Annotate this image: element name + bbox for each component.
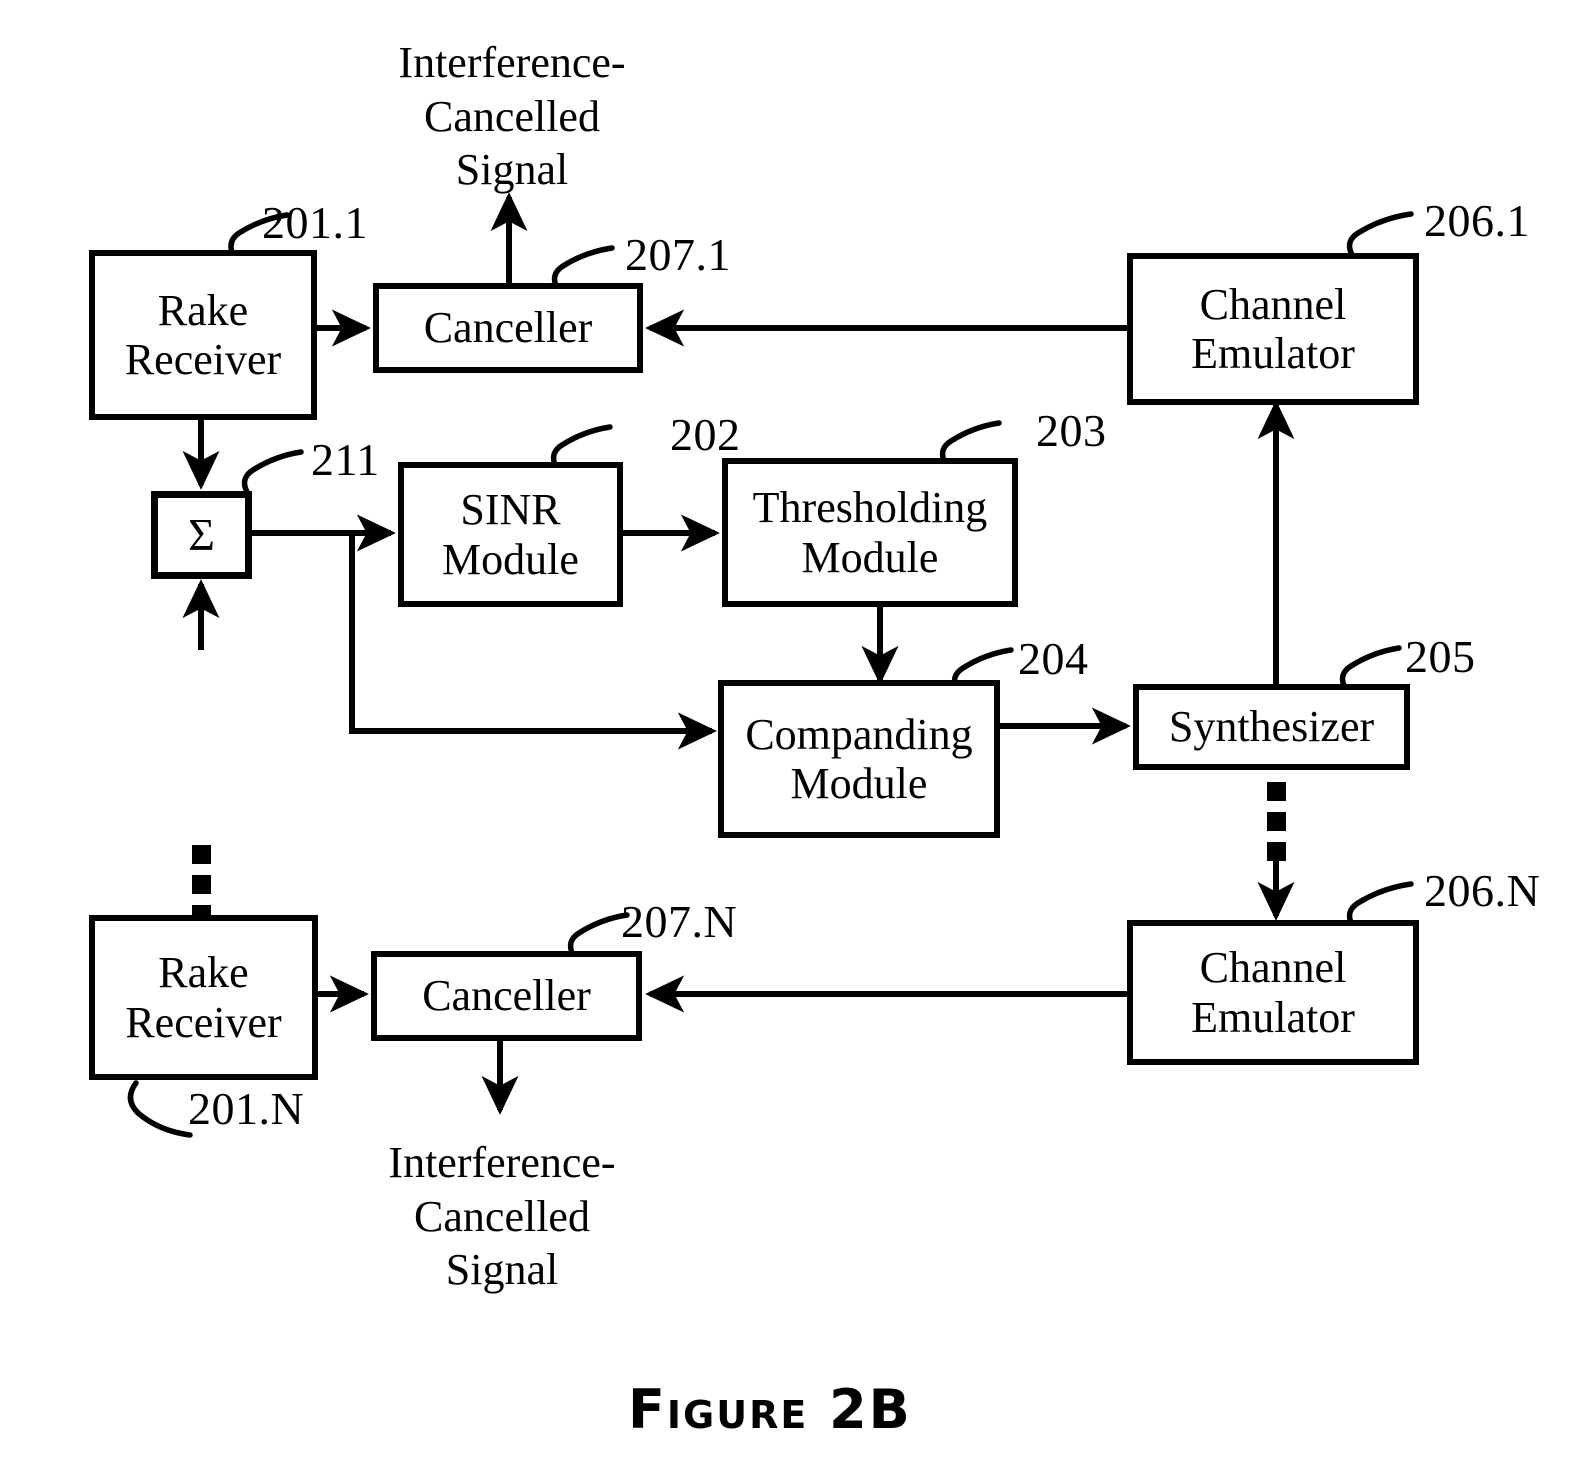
label-interference-cancelled-signal-top: Interference- Cancelled Signal bbox=[398, 38, 626, 195]
ellipsis-dot-synth bbox=[1267, 842, 1286, 861]
leader-202 bbox=[550, 424, 613, 470]
ellipsis-dot-rake bbox=[192, 875, 211, 894]
block-sinr-module-202[interactable]: SINR Module bbox=[398, 462, 623, 607]
block-canceller-207-N[interactable]: Canceller bbox=[371, 951, 642, 1041]
block-label: Rake Receiver bbox=[125, 948, 282, 1047]
ref-number-201-N: 201.N bbox=[188, 1083, 305, 1134]
leader-206-N bbox=[1346, 881, 1414, 928]
block-label: SINR Module bbox=[442, 485, 579, 584]
block-label: Canceller bbox=[423, 303, 593, 353]
block-label: Synthesizer bbox=[1168, 702, 1375, 752]
block-label: Channel Emulator bbox=[1191, 943, 1355, 1042]
block-channel-emulator-206-N[interactable]: Channel Emulator bbox=[1127, 920, 1419, 1065]
block-label: Σ bbox=[188, 509, 215, 561]
ellipsis-dot-synth bbox=[1267, 782, 1286, 801]
ref-number-201-1: 201.1 bbox=[262, 197, 368, 248]
ellipsis-dot-synth bbox=[1267, 812, 1286, 831]
block-rake-receiver-201-1[interactable]: Rake Receiver bbox=[89, 250, 317, 420]
leader-207-N bbox=[567, 912, 630, 958]
block-label: Canceller bbox=[422, 971, 591, 1021]
figure-2b-diagram: Rake Receiver Canceller Channel Emulator… bbox=[0, 0, 1578, 1478]
leader-201-N bbox=[127, 1080, 193, 1138]
ref-number-207-N: 207.N bbox=[621, 896, 738, 947]
block-summer-211[interactable]: Σ bbox=[151, 491, 252, 579]
leader-206-1 bbox=[1346, 211, 1414, 258]
ref-number-205: 205 bbox=[1405, 631, 1476, 682]
block-canceller-207-1[interactable]: Canceller bbox=[373, 283, 643, 373]
leader-203 bbox=[939, 420, 1002, 466]
ref-number-206-N: 206.N bbox=[1424, 865, 1541, 916]
block-synthesizer-205[interactable]: Synthesizer bbox=[1133, 684, 1410, 770]
block-rake-receiver-201-N[interactable]: Rake Receiver bbox=[89, 915, 318, 1080]
ref-number-207-1: 207.1 bbox=[625, 229, 731, 280]
block-label: Companding Module bbox=[745, 709, 973, 808]
ref-number-211: 211 bbox=[311, 434, 380, 485]
leader-211 bbox=[241, 449, 304, 495]
figure-caption: Figure 2B bbox=[628, 1378, 912, 1441]
block-label: Channel Emulator bbox=[1191, 279, 1355, 378]
label-interference-cancelled-signal-bottom: Interference- Cancelled Signal bbox=[388, 1138, 616, 1295]
ref-number-203: 203 bbox=[1036, 405, 1107, 456]
block-thresholding-module-203[interactable]: Thresholding Module bbox=[722, 458, 1018, 607]
ref-number-204: 204 bbox=[1018, 633, 1089, 684]
leader-205 bbox=[1339, 645, 1402, 691]
ref-number-206-1: 206.1 bbox=[1424, 195, 1530, 246]
ellipsis-dot-rake bbox=[192, 845, 211, 864]
ref-number-202: 202 bbox=[670, 409, 741, 460]
block-label: Rake Receiver bbox=[124, 285, 282, 384]
block-label: Thresholding Module bbox=[752, 483, 988, 582]
block-channel-emulator-206-1[interactable]: Channel Emulator bbox=[1127, 253, 1419, 405]
leader-207-1 bbox=[551, 245, 615, 291]
block-companding-module-204[interactable]: Companding Module bbox=[718, 680, 1000, 838]
